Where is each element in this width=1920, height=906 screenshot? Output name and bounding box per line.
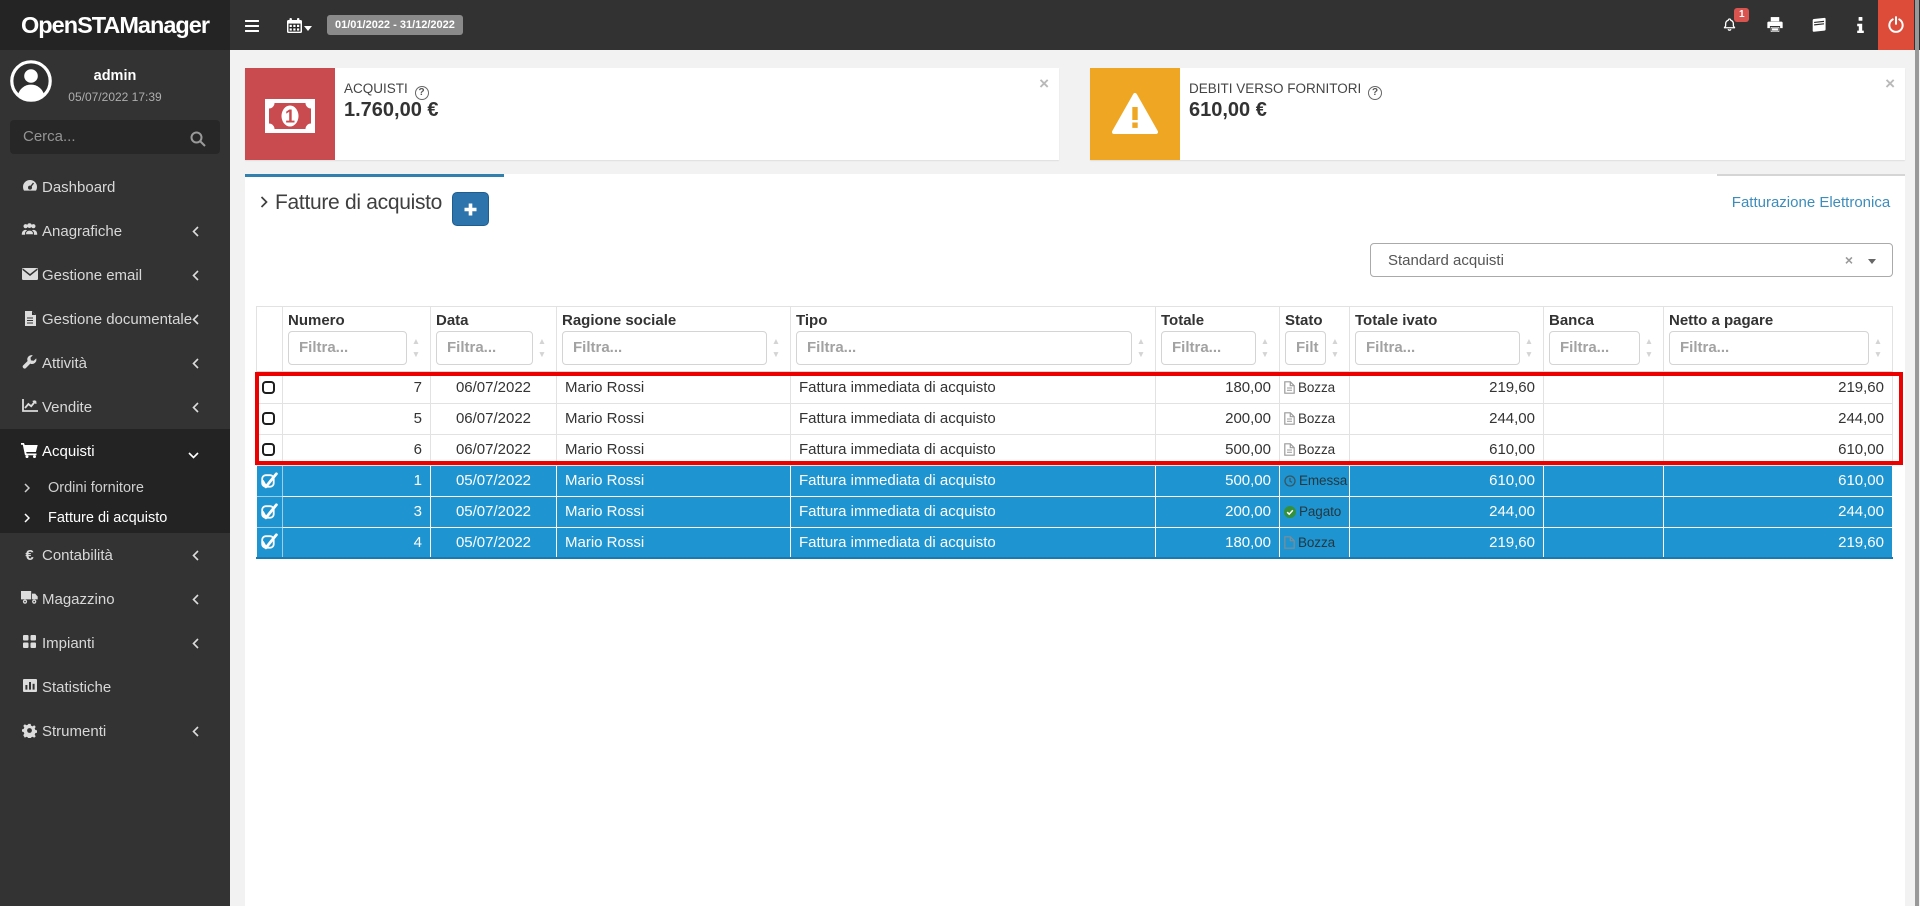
svg-text:1: 1 [285,106,295,126]
